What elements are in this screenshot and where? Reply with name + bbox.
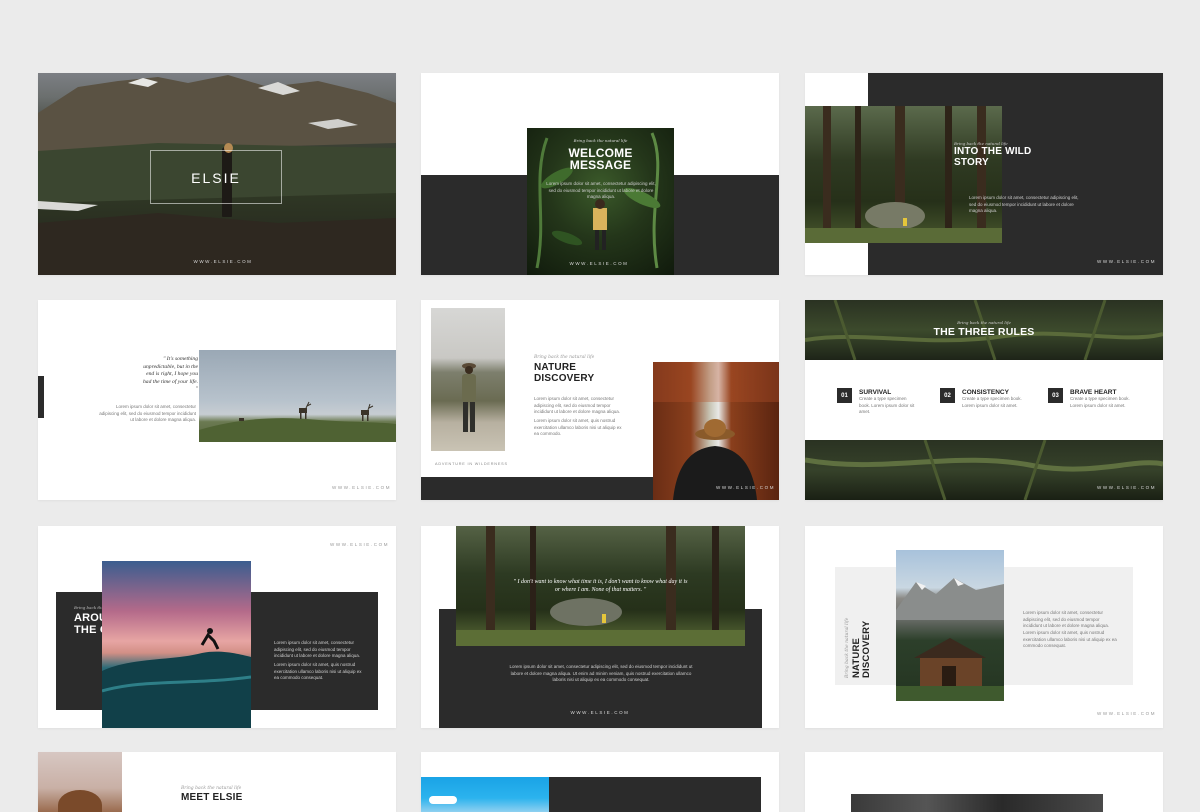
body-text-2: Lorem ipsum dolor sit amet, quis nostrud… [1023, 630, 1117, 649]
site-url: WWW.ELSIE.COM [569, 261, 629, 266]
kicker: Bring back the natural life [534, 355, 595, 360]
forest-trees [805, 106, 1002, 243]
slide-meet-elsie[interactable]: Bring back the natural life MEET ELSIE [38, 752, 396, 812]
slide-into-the-wild[interactable]: Bring back the natural life INTO THE WIL… [805, 73, 1163, 275]
title-line-2: DISCOVERY [860, 620, 872, 678]
title: THE THREE RULES [933, 326, 1035, 338]
slide-quote-deer[interactable]: " It's something unpredictable, but in t… [38, 300, 396, 500]
accent-bar [38, 376, 44, 418]
cabin-illustration [896, 578, 1004, 701]
rule-name-2: CONSISTENCY [962, 389, 1009, 396]
site-url: WWW.ELSIE.COM [1097, 485, 1157, 490]
body-text-1: Lorem ipsum dolor sit amet, consectetur … [274, 640, 361, 659]
kicker: Bring back the natural life [957, 320, 1011, 325]
site-url: WWW.ELSIE.COM [332, 485, 392, 490]
slide-dark-preview[interactable] [805, 752, 1163, 812]
moss-branches-bottom [805, 440, 1163, 500]
rule-name-1: SURVIVAL [859, 389, 892, 396]
slide-nature-discovery[interactable]: ADVENTURE IN WILDERNESS Bring back the n… [421, 300, 779, 500]
body-text: Lorem ipsum dolor sit amet, consectetur … [509, 664, 693, 683]
dark-band [549, 777, 761, 812]
body-text-2: Lorem ipsum dolor sit amet, quis nostrud… [534, 418, 622, 437]
kicker: Bring back the natural life [573, 138, 628, 143]
kicker: Bring back the natural life [845, 617, 850, 678]
hiker-silhouette [462, 363, 476, 432]
slide-cover[interactable]: ELSIE WWW.ELSIE.COM [38, 73, 396, 275]
slide-welcome-message[interactable]: Bring back the natural life WELCOME MESS… [421, 73, 779, 275]
sky-photo [421, 777, 549, 812]
quote-text: " I don't want to know what time it is, … [513, 579, 688, 594]
slide-nature-discovery-cabin[interactable]: Bring back the natural life NATURE DISCO… [805, 526, 1163, 728]
hat-person [653, 362, 779, 500]
rule-number-3: 03 [1048, 388, 1063, 403]
portrait-hair [58, 790, 102, 812]
slide-forest-quote[interactable]: " I don't want to know what time it is, … [421, 526, 779, 728]
slide-around-the-ocean[interactable]: WWW.ELSIE.COM Bring back the natural lif… [38, 526, 396, 728]
rule-number-2: 02 [940, 388, 955, 403]
title-line-1: INTO THE WILD [954, 146, 1032, 157]
title-line-2: DISCOVERY [534, 373, 595, 384]
site-url: WWW.ELSIE.COM [570, 710, 630, 715]
body-text: Lorem ipsum dolor sit amet, consectetur … [99, 404, 196, 423]
body-text: Lorem ipsum dolor sit amet, consectetur … [969, 195, 1079, 214]
site-url: WWW.ELSIE.COM [330, 542, 390, 547]
deer-silhouettes [199, 401, 396, 442]
body-text-1: Lorem ipsum dolor sit amet, consectetur … [534, 396, 621, 415]
rule-desc-3: Create a type specimen book. Lorem ipsum… [1070, 396, 1130, 408]
title-line-2: MESSAGE [569, 158, 632, 172]
title-line-2: STORY [954, 157, 989, 168]
site-url: WWW.ELSIE.COM [716, 485, 776, 490]
cover-title: ELSIE [191, 170, 241, 186]
kicker: Bring back the natural life [181, 786, 242, 791]
surfer-silhouette [102, 628, 251, 728]
site-url: WWW.ELSIE.COM [1097, 259, 1157, 264]
rule-name-3: BRAVE HEART [1070, 389, 1117, 396]
cloud-shape [429, 796, 457, 804]
rule-number-1: 01 [837, 388, 852, 403]
vertical-title-block: Bring back the natural life NATURE DISCO… [845, 598, 885, 678]
caption: ADVENTURE IN WILDERNESS [435, 462, 508, 466]
slide-three-rules[interactable]: Bring back the natural life THE THREE RU… [805, 300, 1163, 500]
body-text: Lorem ipsum dolor sit amet, consectetur … [546, 181, 656, 200]
site-url: WWW.ELSIE.COM [193, 259, 253, 264]
photo-strip [851, 794, 1103, 812]
rule-desc-1: Create a type specimen book. Lorem ipsum… [859, 396, 915, 415]
slide-sky-preview[interactable] [421, 752, 779, 812]
title: MEET ELSIE [181, 792, 243, 803]
site-url: WWW.ELSIE.COM [1097, 711, 1157, 716]
rule-desc-2: Create a type specimen book. Lorem ipsum… [962, 396, 1022, 408]
title-line-1: NATURE [534, 362, 577, 373]
body-text-1: Lorem ipsum dolor sit amet, consectetur … [1023, 610, 1110, 629]
body-text-2: Lorem ipsum dolor sit amet, quis nostrud… [274, 662, 362, 681]
quote-text: " It's something unpredictable, but in t… [143, 356, 198, 393]
